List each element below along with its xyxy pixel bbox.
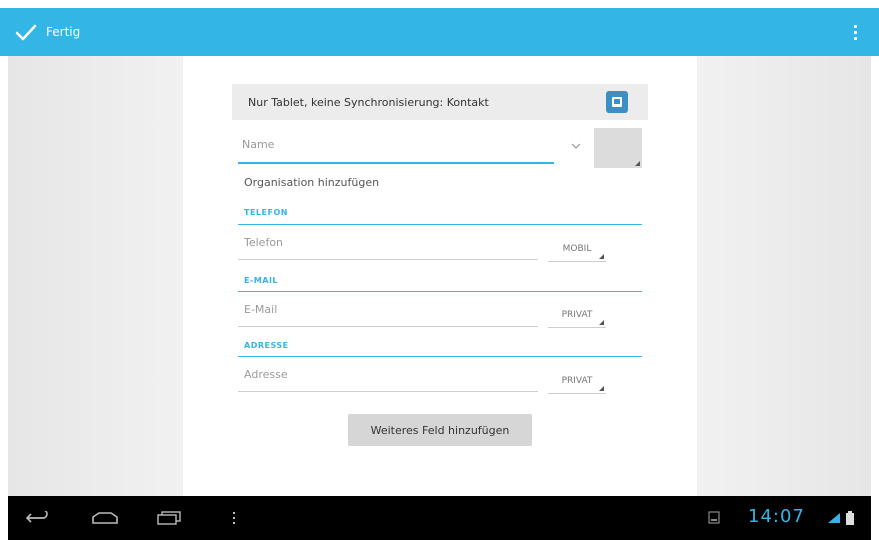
checkmark-icon bbox=[15, 24, 37, 41]
done-button[interactable]: Fertig bbox=[0, 8, 94, 56]
section-divider bbox=[238, 224, 642, 225]
email-input[interactable]: E-Mail bbox=[238, 299, 538, 327]
section-title-email: E-MAIL bbox=[244, 276, 279, 285]
home-icon[interactable] bbox=[88, 508, 122, 528]
back-icon[interactable] bbox=[24, 508, 52, 528]
menu-icon[interactable] bbox=[228, 508, 240, 528]
navigation-bar: 14:07 bbox=[8, 496, 871, 540]
add-field-button[interactable]: Weiteres Feld hinzufügen bbox=[348, 414, 532, 446]
phone-type-select[interactable]: MOBIL bbox=[548, 238, 606, 262]
name-input[interactable]: Name bbox=[238, 134, 554, 164]
contact-photo-icon[interactable] bbox=[594, 128, 642, 168]
section-divider bbox=[238, 291, 642, 292]
section-title-phone: TELEFON bbox=[244, 208, 288, 217]
tablet-account-icon bbox=[606, 91, 628, 113]
address-type-select[interactable]: PRIVAT bbox=[548, 370, 606, 394]
section-title-address: ADRESSE bbox=[244, 341, 289, 350]
battery-icon bbox=[844, 508, 856, 528]
screenshot-notification-icon[interactable] bbox=[706, 508, 722, 528]
section-divider bbox=[238, 356, 642, 357]
chevron-down-icon[interactable] bbox=[568, 138, 584, 154]
account-type-label: Nur Tablet, keine Synchronisierung: Kont… bbox=[248, 95, 489, 109]
done-label: Fertig bbox=[46, 25, 81, 39]
wifi-icon bbox=[826, 508, 842, 528]
phone-input[interactable]: Telefon bbox=[238, 232, 538, 260]
account-header: Nur Tablet, keine Synchronisierung: Kont… bbox=[232, 84, 648, 120]
add-organization-link[interactable]: Organisation hinzufügen bbox=[244, 176, 379, 189]
address-input[interactable]: Adresse bbox=[238, 364, 538, 392]
action-bar: Fertig bbox=[0, 8, 879, 56]
overflow-menu-icon[interactable] bbox=[847, 20, 863, 44]
status-clock: 14:07 bbox=[748, 506, 805, 527]
email-type-select[interactable]: PRIVAT bbox=[548, 304, 606, 328]
recent-apps-icon[interactable] bbox=[154, 508, 184, 528]
